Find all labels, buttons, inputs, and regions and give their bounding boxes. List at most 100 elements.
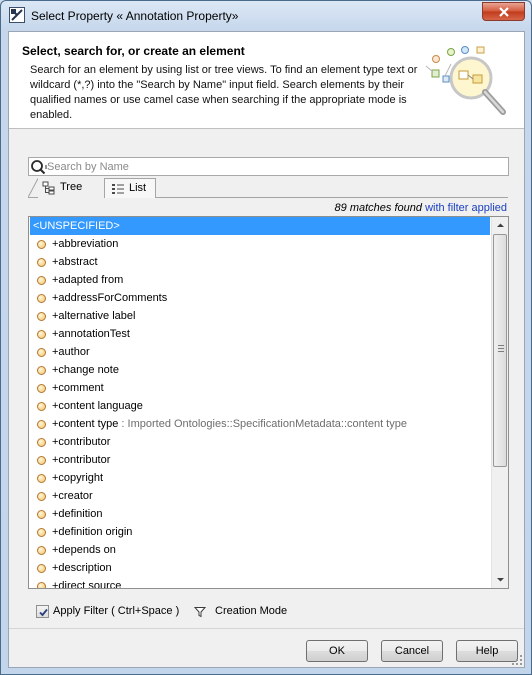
property-icon [37,240,46,249]
list-item-label: +annotationTest [52,328,130,340]
property-icon [37,366,46,375]
list-item-label: +addressForComments [52,292,168,304]
list-item[interactable]: +alternative label [30,307,490,325]
property-icon [37,528,46,537]
footer-divider [9,628,524,629]
ok-button[interactable]: OK [306,640,368,662]
list-item-label: +contributor [52,454,111,466]
title-bar[interactable]: Select Property « Annotation Property» [1,1,531,31]
list-item[interactable]: <UNSPECIFIED> [30,217,490,235]
vertical-scrollbar[interactable] [491,217,508,588]
property-icon [37,384,46,393]
match-status: 89 matches found with filter applied [335,202,507,214]
list-item-label: +alternative label [52,310,136,322]
match-count: 89 matches found [334,202,422,214]
help-button[interactable]: Help [456,640,518,662]
list-item[interactable]: +annotationTest [30,325,490,343]
list-item[interactable]: +adapted from [30,271,490,289]
list-item[interactable]: +depends on [30,541,490,559]
scroll-thumb[interactable] [493,234,507,467]
list-item[interactable]: +creator [30,487,490,505]
dialog-header: Select, search for, or create an element… [9,32,524,129]
list-item-label: +direct source [52,580,122,589]
list-item-qualifier: : Imported Ontologies::SpecificationMeta… [118,418,407,430]
list-item-label: +description [52,562,112,574]
property-icon [37,546,46,555]
list-item[interactable]: +contributor [30,433,490,451]
header-title: Select, search for, or create an element [22,44,245,58]
header-description: Search for an element by using list or t… [30,64,418,121]
list-item[interactable]: +content type : Imported Ontologies::Spe… [30,415,490,433]
search-illustration-icon [425,46,506,115]
list-item-label: +content language [52,400,143,412]
list-item-label: +creator [52,490,93,502]
list-item[interactable]: +abstract [30,253,490,271]
list-item-label: +abbreviation [52,238,119,250]
property-icon [37,420,46,429]
property-icon [37,582,46,588]
search-box [28,157,509,176]
tab-list-label: List [129,182,147,194]
close-button[interactable] [482,2,525,21]
list-item[interactable]: +author [30,343,490,361]
property-icon [37,564,46,573]
window-title: Select Property « Annotation Property» [31,9,239,23]
list-item[interactable]: +abbreviation [30,235,490,253]
property-icon [37,348,46,357]
app-icon [9,7,25,23]
property-icon [37,402,46,411]
list-item[interactable]: +direct source [30,577,490,589]
list-item[interactable]: +comment [30,379,490,397]
resize-grip-icon[interactable] [512,655,523,666]
list-item-label: +author [52,346,90,358]
property-icon [37,456,46,465]
property-icon [37,438,46,447]
list-item-label: +definition [52,508,103,520]
apply-filter-checkbox[interactable] [36,605,49,618]
filter-row: Apply Filter ( Ctrl+Space ) Creation Mod… [36,604,516,620]
tab-tree[interactable]: Tree [36,178,104,198]
checkmark-icon [39,608,48,617]
scroll-down-arrow-icon[interactable] [492,571,509,588]
list-item-label: <UNSPECIFIED> [33,220,120,232]
creation-mode-toggle[interactable]: Creation Mode [215,605,287,617]
list-item[interactable]: +change note [30,361,490,379]
list-item[interactable]: +contributor [30,451,490,469]
property-icon [37,258,46,267]
scroll-grip-icon [498,345,504,354]
list-item[interactable]: +addressForComments [30,289,490,307]
property-icon [37,510,46,519]
list-item[interactable]: +definition origin [30,523,490,541]
tree-icon [42,181,55,195]
scroll-up-arrow-icon[interactable] [492,217,509,234]
search-input[interactable] [47,159,507,174]
list-item[interactable]: +definition [30,505,490,523]
list-item[interactable]: +content language [30,397,490,415]
list-item-label: +change note [52,364,119,376]
list-item-label: +contributor [52,436,111,448]
property-icon [37,492,46,501]
view-tabs: Tree List [28,178,508,198]
tab-divider [156,197,508,198]
list-item-label: +definition origin [52,526,133,538]
list-item-label: +abstract [52,256,98,268]
funnel-icon[interactable] [194,606,206,618]
property-icon [37,276,46,285]
list-item-label: +comment [52,382,104,394]
element-list[interactable]: <UNSPECIFIED> +abbreviation +abstract +adap… [28,216,509,589]
tab-tree-label: Tree [60,181,83,193]
list-item-label: +depends on [52,544,116,556]
apply-filter-label[interactable]: Apply Filter ( Ctrl+Space ) [53,605,179,617]
list-item-label: +content type [52,418,119,430]
tab-list[interactable]: List [104,178,156,198]
filter-applied-link[interactable]: with filter applied [425,202,507,214]
cancel-button[interactable]: Cancel [381,640,443,662]
list-item[interactable]: +description [30,559,490,577]
property-icon [37,330,46,339]
property-icon [37,294,46,303]
list-icon [112,184,124,194]
dialog-window: Select Property « Annotation Property» S… [0,0,532,675]
property-icon [37,474,46,483]
list-item[interactable]: +copyright [30,469,490,487]
dialog-client: Select, search for, or create an element… [8,31,525,668]
